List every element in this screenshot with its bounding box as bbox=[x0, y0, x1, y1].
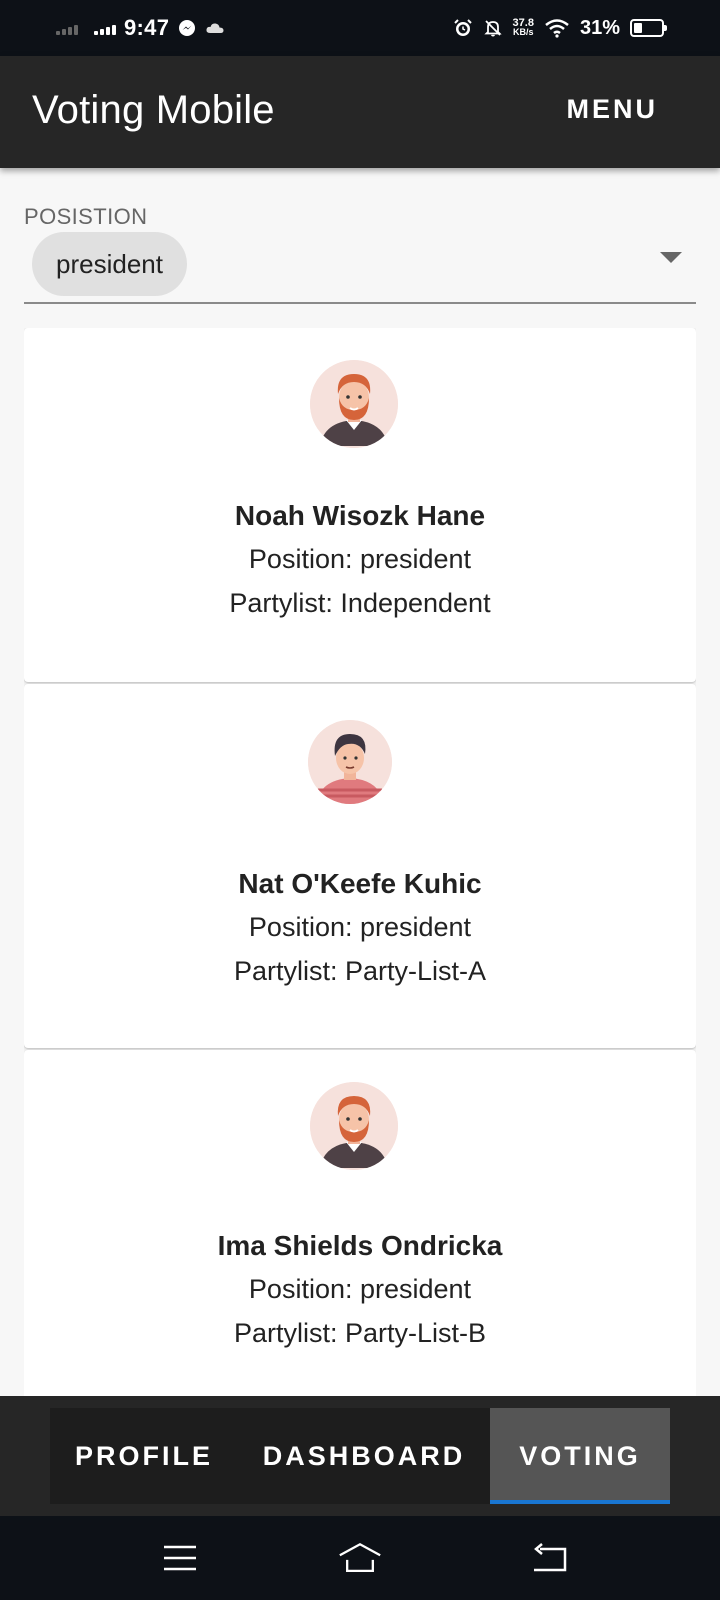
recents-menu-icon[interactable] bbox=[158, 1538, 202, 1578]
candidate-partylist: Partylist: Independent bbox=[229, 588, 491, 618]
bearded-man-avatar bbox=[310, 360, 398, 448]
candidate-list: Noah Wisozk Hane Position: president Par… bbox=[24, 328, 696, 1396]
candidate-partylist: Partylist: Party-List-B bbox=[233, 1318, 487, 1348]
messenger-icon bbox=[177, 18, 197, 38]
young-man-avatar bbox=[308, 720, 392, 804]
candidate-name: Nat O'Keefe Kuhic bbox=[238, 868, 482, 899]
candidate-name: Noah Wisozk Hane bbox=[234, 500, 486, 531]
status-bar: 9:47 37.8 KB/s 31% bbox=[0, 0, 720, 56]
alarm-icon bbox=[453, 18, 473, 38]
network-speed-unit: KB/s bbox=[513, 27, 534, 37]
bell-off-icon bbox=[483, 18, 503, 38]
battery-fill bbox=[634, 23, 642, 33]
candidate-card[interactable]: Ima Shields Ondricka Position: president… bbox=[24, 1050, 696, 1396]
tab-dashboard[interactable]: DASHBOARD bbox=[238, 1408, 490, 1504]
wifi-icon bbox=[544, 18, 570, 38]
candidate-name: Ima Shields Ondricka bbox=[217, 1230, 503, 1261]
selected-position-chip[interactable]: president bbox=[32, 232, 187, 296]
tab-voting[interactable]: VOTING bbox=[490, 1408, 670, 1504]
candidate-partylist: Partylist: Party-List-A bbox=[233, 956, 487, 986]
app-bar: Voting Mobile MENU bbox=[0, 56, 720, 168]
bottom-nav-tabs: PROFILE DASHBOARD VOTING bbox=[50, 1408, 670, 1504]
menu-button[interactable]: MENU bbox=[567, 94, 659, 125]
bottom-navigation: PROFILE DASHBOARD VOTING bbox=[0, 1396, 720, 1516]
position-select: POSISTION president bbox=[24, 196, 696, 310]
home-icon[interactable] bbox=[338, 1538, 382, 1578]
tab-profile[interactable]: PROFILE bbox=[50, 1408, 238, 1504]
status-time: 9:47 bbox=[124, 15, 170, 40]
signal-weak-icon bbox=[56, 21, 78, 35]
candidate-position: Position: president bbox=[248, 912, 472, 942]
bearded-man-avatar bbox=[310, 1082, 398, 1170]
app-title: Voting Mobile bbox=[32, 88, 275, 132]
candidate-position: Position: president bbox=[248, 1274, 472, 1304]
position-select-field[interactable]: president bbox=[24, 232, 696, 304]
dropdown-arrow-icon[interactable] bbox=[660, 252, 682, 263]
position-select-label: POSISTION bbox=[24, 204, 148, 229]
cloud-icon bbox=[205, 18, 225, 38]
candidate-card[interactable]: Noah Wisozk Hane Position: president Par… bbox=[24, 328, 696, 682]
status-right: 37.8 KB/s 31% bbox=[453, 0, 667, 56]
status-left: 9:47 bbox=[56, 0, 225, 56]
system-navigation-bar bbox=[0, 1516, 720, 1600]
candidate-position: Position: president bbox=[248, 544, 472, 574]
battery-percent: 31% bbox=[579, 16, 620, 39]
back-icon[interactable] bbox=[528, 1538, 572, 1578]
candidate-card[interactable]: Nat O'Keefe Kuhic Position: president Pa… bbox=[24, 684, 696, 1048]
battery-icon bbox=[630, 19, 667, 37]
network-speed: 37.8 KB/s bbox=[513, 18, 534, 37]
signal-icon bbox=[94, 21, 116, 35]
